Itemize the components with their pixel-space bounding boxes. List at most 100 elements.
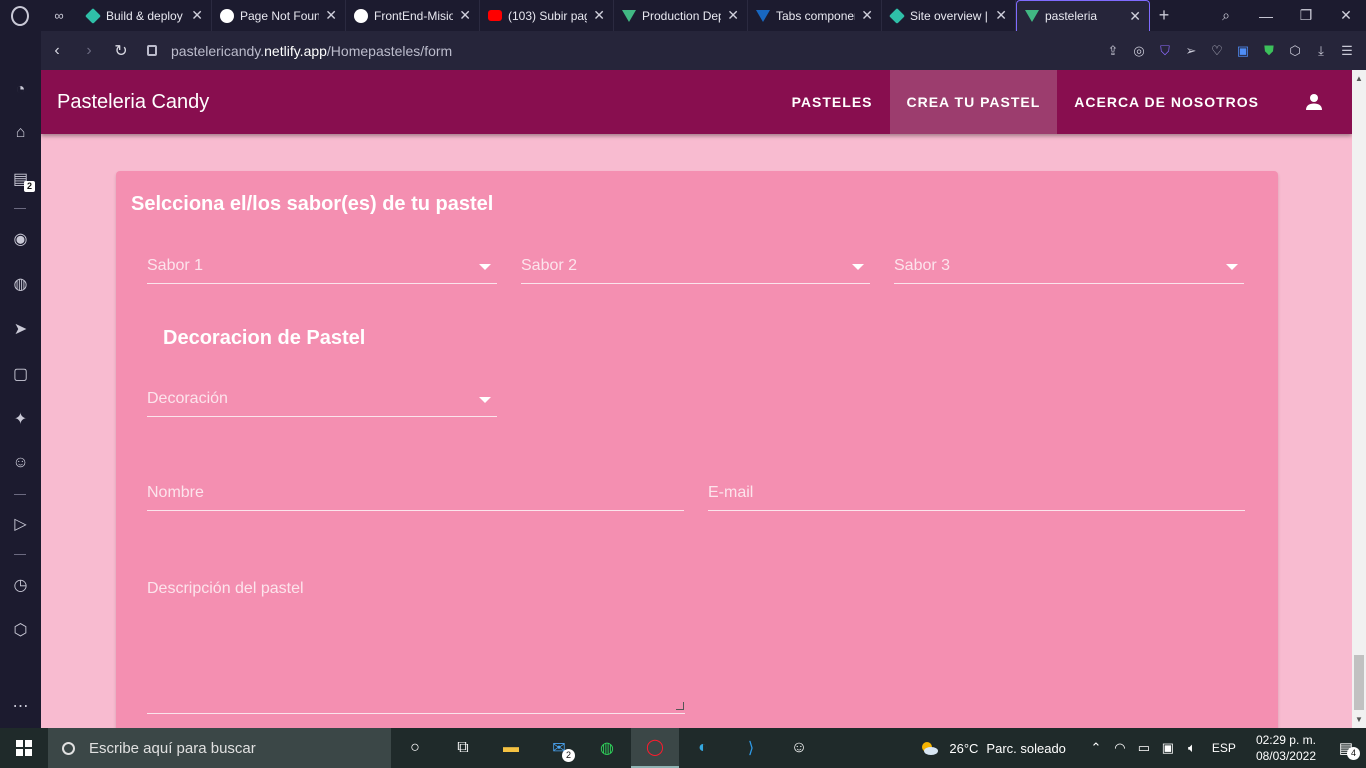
nav-acerca-de-nosotros[interactable]: ACERCA DE NOSOTROS <box>1057 70 1276 134</box>
weather-widget[interactable]: 26°C Parc. soleado <box>919 740 1066 756</box>
browser-tab[interactable]: Build & deploy ✕ <box>78 0 212 31</box>
maximize-button[interactable]: ❐ <box>1286 7 1326 24</box>
volume-icon[interactable]: 🔈︎ <box>1180 740 1204 756</box>
share-icon[interactable]: ⇪ <box>1100 43 1126 59</box>
url-field[interactable]: pastelericandy. netlify.app/Homepasteles/… <box>147 43 452 59</box>
sidebar-extensions-icon[interactable]: ⬡ <box>0 620 41 640</box>
nav-pasteles[interactable]: PASTELES <box>775 70 890 134</box>
decoration-title: Decoracion de Pastel <box>163 327 366 349</box>
close-tab-icon[interactable]: ✕ <box>861 7 873 24</box>
sidebar-divider <box>14 554 26 555</box>
close-tab-icon[interactable]: ✕ <box>593 7 605 24</box>
main-nav: PASTELES CREA TU PASTEL ACERCA DE NOSOTR… <box>775 70 1352 134</box>
browser-tab[interactable]: Page Not Found ✕ <box>212 0 346 31</box>
tab-title: Production Deploy <box>642 8 721 23</box>
account-button[interactable] <box>1276 70 1352 134</box>
weather-temp: 26°C <box>949 740 979 756</box>
sidebar-history-icon[interactable]: ◷ <box>0 575 41 595</box>
network-icon[interactable]: ▣ <box>1156 740 1180 756</box>
clock[interactable]: 02:29 p. m. 08/03/2022 <box>1256 732 1316 764</box>
sidebar-messenger-icon[interactable]: ◉ <box>0 229 41 249</box>
browser-tab[interactable]: (103) Subir pagina ✕ <box>480 0 614 31</box>
downloads-icon[interactable]: ⤓ <box>1308 43 1334 59</box>
sidebar-telegram-icon[interactable]: ➤ <box>0 319 41 339</box>
scroll-thumb[interactable] <box>1354 655 1364 710</box>
sidebar-twitter-icon[interactable]: ✦ <box>0 409 41 429</box>
nav-crea-tu-pastel[interactable]: CREA TU PASTEL <box>889 70 1058 134</box>
notification-center-icon[interactable]: ▤ 4 <box>1326 728 1366 768</box>
whatsapp-icon[interactable]: ◍ <box>583 728 631 768</box>
clock-date: 08/03/2022 <box>1255 749 1316 763</box>
adblock-shield-icon[interactable]: ⛊ <box>1256 43 1282 59</box>
search-icon <box>62 741 75 755</box>
new-tab-button[interactable]: + <box>1150 5 1178 26</box>
battery-icon[interactable]: ▭ <box>1132 740 1156 756</box>
translate-icon[interactable]: ▣ <box>1230 43 1256 59</box>
taskbar-search[interactable]: Escribe aquí para buscar <box>48 728 391 768</box>
close-window-button[interactable]: ✕ <box>1326 7 1366 24</box>
opera-taskbar-icon[interactable]: ◯ <box>631 728 679 768</box>
scroll-up-arrow-icon[interactable]: ▲ <box>1355 74 1363 83</box>
close-tab-icon[interactable]: ✕ <box>727 7 739 24</box>
name-input[interactable]: Nombre <box>147 471 684 511</box>
opera-menu-button[interactable] <box>0 0 40 31</box>
url-prefix: pastelericandy. <box>171 42 265 59</box>
chevron-up-icon[interactable]: ⌃ <box>1084 740 1108 756</box>
reload-button[interactable]: ↻ <box>105 41 137 61</box>
scroll-down-arrow-icon[interactable]: ▼ <box>1355 715 1363 724</box>
sidebar-whatsapp-icon[interactable]: ◍ <box>0 274 41 294</box>
flavor-1-select[interactable]: Sabor 1 <box>147 244 497 284</box>
emoji-app-icon[interactable]: ☺ <box>775 728 823 768</box>
vue-icon <box>1025 10 1039 22</box>
flavor-3-select[interactable]: Sabor 3 <box>894 244 1244 284</box>
send-icon[interactable]: ➢ <box>1178 43 1204 59</box>
email-input[interactable]: E-mail <box>708 471 1245 511</box>
browser-tab[interactable]: pasteleria ✕ <box>1016 0 1150 31</box>
sidebar-shopping-icon[interactable]: ⌂ <box>0 124 41 142</box>
heart-bookmark-icon[interactable]: ♡ <box>1204 43 1230 59</box>
sidebar-more-icon[interactable]: ⋯ <box>0 696 41 716</box>
close-tab-icon[interactable]: ✕ <box>325 7 337 24</box>
easy-setup-icon[interactable]: ☰ <box>1334 43 1360 59</box>
file-explorer-icon[interactable]: ▬ <box>487 728 535 768</box>
decoration-select[interactable]: Decoración <box>147 377 497 417</box>
browser-tab[interactable]: Tabs component ✕ <box>748 0 882 31</box>
flavor-2-label: Sabor 2 <box>521 257 578 274</box>
page-scrollbar[interactable]: ▲ ▼ <box>1352 70 1366 728</box>
browser-tab-strip: ∞ Build & deploy ✕ Page Not Found ✕ FrontEnd… <box>0 0 1366 31</box>
sidebar-instagram-icon[interactable]: ▢ <box>0 364 41 384</box>
github-icon <box>354 8 368 23</box>
description-textarea[interactable]: Descripción del pastel <box>147 566 685 714</box>
vscode-icon[interactable]: ⟩ <box>727 728 775 768</box>
sidebar-crypto-wallet-icon[interactable]: ◔ <box>0 81 41 99</box>
vpn-shield-icon[interactable]: ⛉ <box>1152 43 1178 59</box>
close-tab-icon[interactable]: ✕ <box>191 7 203 24</box>
browser-tab[interactable]: Site overview | Netlify ✕ <box>882 0 1016 31</box>
dropdown-arrow-icon <box>852 264 864 270</box>
mail-icon[interactable]: ✉ 2 <box>535 728 583 768</box>
back-button[interactable]: ‹ <box>41 42 73 60</box>
forward-button[interactable]: › <box>73 42 105 60</box>
minimize-button[interactable]: — <box>1246 8 1286 24</box>
sidebar-player-icon[interactable]: ▷ <box>0 514 41 534</box>
input-language[interactable]: ESP <box>1212 741 1236 755</box>
workspace-icon[interactable]: ∞ <box>40 0 78 31</box>
close-tab-icon[interactable]: ✕ <box>995 7 1007 24</box>
tab-search-icon[interactable]: ⌕ <box>1206 7 1246 24</box>
edge-icon[interactable]: ◐ <box>679 728 727 768</box>
resize-handle[interactable] <box>676 702 684 710</box>
flavor-2-select[interactable]: Sabor 2 <box>521 244 870 284</box>
browser-tab[interactable]: Production Deploy ✕ <box>614 0 748 31</box>
close-tab-icon[interactable]: ✕ <box>459 7 471 24</box>
cortana-button[interactable]: ○ <box>391 728 439 768</box>
wifi-icon[interactable]: ◠ <box>1108 740 1132 756</box>
sidebar-discord-icon[interactable]: ☺ <box>0 454 41 472</box>
brand-title[interactable]: Pasteleria Candy <box>57 91 209 114</box>
close-tab-icon[interactable]: ✕ <box>1129 8 1141 25</box>
start-button[interactable] <box>0 728 48 768</box>
browser-tab[interactable]: FrontEnd-Misiones ✕ <box>346 0 480 31</box>
task-view-button[interactable]: ⧉ <box>439 728 487 768</box>
extensions-cube-icon[interactable]: ⬡ <box>1282 43 1308 59</box>
snapshot-icon[interactable]: ◎ <box>1126 43 1152 59</box>
sidebar-twitch-badge: 2 <box>24 181 35 192</box>
